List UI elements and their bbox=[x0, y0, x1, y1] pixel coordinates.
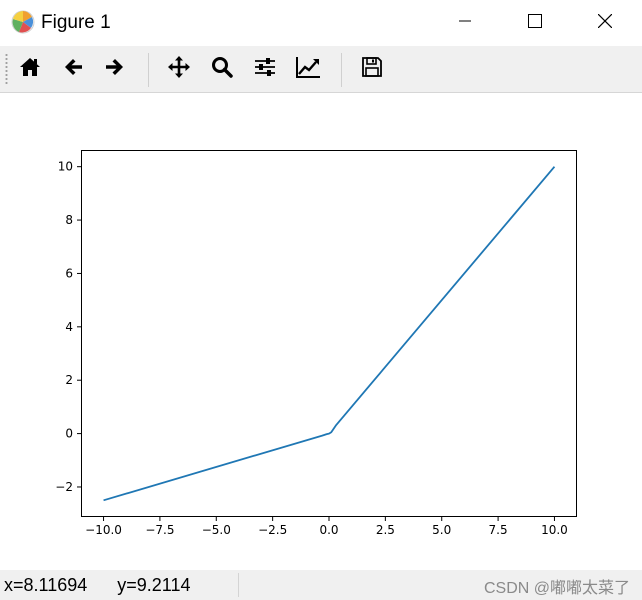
status-separator bbox=[238, 573, 239, 597]
line-chart[interactable]: −10.0 −7.5 −5.0 −2.5 0.0 2.5 5.0 7.5 10.0 −2 0 2 4 6… bbox=[0, 93, 642, 570]
y-tick-label: 0 bbox=[65, 427, 73, 441]
watermark-text: CSDN @嘟嘟太菜了 bbox=[483, 580, 630, 597]
series-line bbox=[103, 166, 556, 502]
minimize-button[interactable] bbox=[432, 0, 498, 46]
toolbar-separator bbox=[341, 53, 342, 87]
home-icon bbox=[19, 56, 41, 83]
save-button[interactable] bbox=[356, 53, 388, 85]
configure-subplots-button[interactable] bbox=[249, 53, 281, 85]
x-axis: −10.0 −7.5 −5.0 −2.5 0.0 2.5 5.0 7.5 10.0 bbox=[85, 517, 568, 537]
x-tick-label: 7.5 bbox=[489, 523, 508, 537]
minimize-icon bbox=[459, 14, 471, 32]
floppy-disk-icon bbox=[361, 56, 383, 83]
plot-lines bbox=[103, 166, 556, 502]
x-tick-label: 0.0 bbox=[319, 523, 338, 537]
forward-button[interactable] bbox=[99, 53, 131, 85]
y-tick-label: 4 bbox=[65, 320, 73, 334]
x-tick-label: 2.5 bbox=[376, 523, 395, 537]
x-tick-label: −5.0 bbox=[202, 523, 231, 537]
figure-canvas[interactable]: −10.0 −7.5 −5.0 −2.5 0.0 2.5 5.0 7.5 10.0 −2 0 2 4 6… bbox=[0, 93, 642, 570]
close-icon bbox=[597, 13, 613, 33]
cursor-coordinates: x=8.11694 y=9.2114 bbox=[4, 575, 191, 595]
sliders-icon bbox=[253, 55, 277, 84]
status-bar: x=8.11694 y=9.2114 CSDN @嘟嘟太菜了 bbox=[0, 570, 642, 600]
close-button[interactable] bbox=[572, 0, 638, 46]
y-tick-label: 10 bbox=[58, 160, 73, 174]
x-tick-label: −10.0 bbox=[85, 523, 122, 537]
edit-axes-button[interactable] bbox=[292, 53, 324, 85]
window-title: Figure 1 bbox=[41, 12, 111, 33]
maximize-icon bbox=[528, 13, 542, 33]
back-button[interactable] bbox=[57, 53, 89, 85]
x-tick-label: −2.5 bbox=[258, 523, 287, 537]
title-bar: Figure 1 bbox=[0, 0, 642, 46]
y-tick-label: 8 bbox=[65, 213, 73, 227]
matplotlib-logo-icon bbox=[10, 9, 36, 35]
search-icon bbox=[210, 55, 234, 84]
axes-frame bbox=[81, 150, 577, 517]
arrow-left-icon bbox=[62, 56, 84, 83]
pan-button[interactable] bbox=[163, 53, 195, 85]
x-tick-label: 10.0 bbox=[541, 523, 568, 537]
home-button[interactable] bbox=[14, 53, 46, 85]
line-chart-icon bbox=[295, 55, 321, 84]
zoom-button[interactable] bbox=[206, 53, 238, 85]
y-tick-label: 6 bbox=[65, 266, 73, 280]
y-axis: −2 0 2 4 6 8 10 bbox=[55, 160, 81, 494]
y-tick-label: 2 bbox=[65, 373, 73, 387]
maximize-button[interactable] bbox=[502, 0, 568, 46]
toolbar-separator bbox=[148, 53, 149, 87]
navigation-toolbar bbox=[0, 46, 642, 93]
arrow-right-icon bbox=[104, 56, 126, 83]
y-tick-label: −2 bbox=[55, 480, 73, 494]
move-icon bbox=[167, 55, 191, 84]
toolbar-grip[interactable] bbox=[5, 53, 8, 85]
x-tick-label: 5.0 bbox=[432, 523, 451, 537]
x-tick-label: −7.5 bbox=[145, 523, 174, 537]
